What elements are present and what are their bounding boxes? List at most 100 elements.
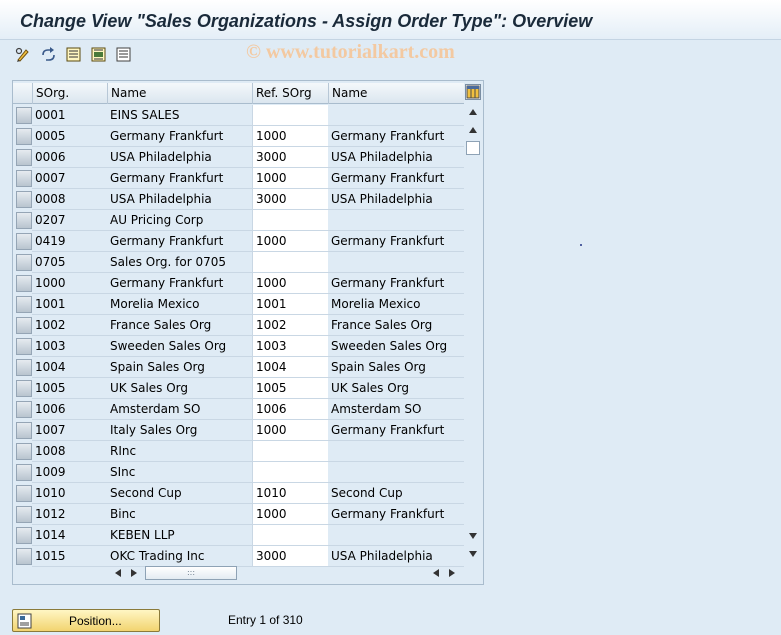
table-row: 1015 OKC Trading Inc 3000 USA Philadelphia: [13, 546, 464, 567]
scroll-page-down-icon[interactable]: [465, 529, 481, 543]
cell-ref-sorg-input[interactable]: 3000: [252, 546, 328, 567]
scroll-down-icon[interactable]: [465, 547, 481, 561]
cell-sorg: 0207: [32, 210, 107, 231]
cell-ref-sorg-input[interactable]: 1010: [252, 483, 328, 504]
row-selector[interactable]: [16, 506, 32, 523]
scroll-far-left-icon[interactable]: [429, 566, 443, 580]
row-selector[interactable]: [16, 317, 32, 334]
position-icon: [17, 613, 33, 629]
horizontal-scroll-thumb[interactable]: :::: [145, 566, 237, 580]
cell-ref-sorg-input[interactable]: 1004: [252, 357, 328, 378]
cell-ref-name: Germany Frankfurt: [328, 420, 464, 441]
row-selector[interactable]: [16, 275, 32, 292]
row-selector[interactable]: [16, 170, 32, 187]
cell-name: France Sales Org: [107, 315, 252, 336]
cell-ref-sorg-input[interactable]: 1005: [252, 378, 328, 399]
cell-ref-sorg-input[interactable]: 1003: [252, 336, 328, 357]
cell-sorg: 1010: [32, 483, 107, 504]
row-selector[interactable]: [16, 191, 32, 208]
cell-ref-name: Germany Frankfurt: [328, 231, 464, 252]
column-header-sorg[interactable]: SOrg.: [32, 83, 107, 104]
scroll-up-icon[interactable]: [465, 105, 481, 119]
cell-ref-sorg-input[interactable]: [252, 462, 328, 483]
row-selector[interactable]: [16, 233, 32, 250]
column-header-ref-name[interactable]: Name: [328, 83, 464, 104]
cell-name: KEBEN LLP: [107, 525, 252, 546]
row-selector[interactable]: [16, 359, 32, 376]
cell-name: Amsterdam SO: [107, 399, 252, 420]
cell-ref-name: Germany Frankfurt: [328, 126, 464, 147]
cell-ref-sorg-input[interactable]: 1000: [252, 168, 328, 189]
vertical-scrollbar[interactable]: [465, 105, 481, 561]
cell-ref-sorg-input[interactable]: 1006: [252, 399, 328, 420]
cell-sorg: 1009: [32, 462, 107, 483]
column-header-ref-sorg[interactable]: Ref. SOrg: [252, 83, 328, 104]
cell-sorg: 1008: [32, 441, 107, 462]
cell-ref-sorg-input[interactable]: [252, 105, 328, 126]
cell-ref-sorg-input[interactable]: [252, 525, 328, 546]
row-selector[interactable]: [16, 422, 32, 439]
row-selector[interactable]: [16, 464, 32, 481]
cell-ref-sorg-input[interactable]: 1000: [252, 504, 328, 525]
cell-sorg: 1005: [32, 378, 107, 399]
row-selector[interactable]: [16, 443, 32, 460]
select-block-icon[interactable]: [89, 45, 108, 64]
row-selector[interactable]: [16, 254, 32, 271]
table-body: 0001 EINS SALES 0005 Germany Frankfurt 1000 G…: [13, 105, 464, 567]
table-row: 1008 RInc: [13, 441, 464, 462]
cell-ref-sorg-input[interactable]: 1000: [252, 126, 328, 147]
cell-ref-name: Sweeden Sales Org: [328, 336, 464, 357]
row-selector[interactable]: [16, 212, 32, 229]
position-button[interactable]: Position...: [12, 609, 160, 632]
cell-ref-sorg-input[interactable]: 1002: [252, 315, 328, 336]
row-selector[interactable]: [16, 548, 32, 565]
vertical-scroll-thumb[interactable]: [466, 141, 480, 155]
cell-ref-sorg-input[interactable]: 1000: [252, 420, 328, 441]
cell-ref-sorg-input[interactable]: 1000: [252, 231, 328, 252]
row-selector[interactable]: [16, 128, 32, 145]
table-row: 1000 Germany Frankfurt 1000 Germany Frankfu…: [13, 273, 464, 294]
row-selector[interactable]: [16, 107, 32, 124]
table-row: 0001 EINS SALES: [13, 105, 464, 126]
cell-ref-sorg-input[interactable]: 1001: [252, 294, 328, 315]
display-change-icon[interactable]: [14, 45, 33, 64]
column-header-name[interactable]: Name: [107, 83, 252, 104]
refresh-icon[interactable]: [39, 45, 58, 64]
horizontal-scrollbar[interactable]: :::: [107, 565, 464, 581]
table-row: 0008 USA Philadelphia 3000 USA Philadelphia: [13, 189, 464, 210]
cell-name: SInc: [107, 462, 252, 483]
cell-ref-sorg-input[interactable]: 3000: [252, 189, 328, 210]
cell-name: Sweeden Sales Org: [107, 336, 252, 357]
scroll-right-icon[interactable]: [127, 566, 141, 580]
row-selector[interactable]: [16, 338, 32, 355]
cell-ref-sorg-input[interactable]: [252, 441, 328, 462]
scroll-far-right-icon[interactable]: [445, 566, 459, 580]
cell-sorg: 1012: [32, 504, 107, 525]
row-selector[interactable]: [16, 527, 32, 544]
cell-ref-sorg-input[interactable]: [252, 210, 328, 231]
cell-sorg: 0008: [32, 189, 107, 210]
table-row: 1001 Morelia Mexico 1001 Morelia Mexico: [13, 294, 464, 315]
row-selector[interactable]: [16, 485, 32, 502]
cell-ref-sorg-input[interactable]: [252, 252, 328, 273]
deselect-all-icon[interactable]: [114, 45, 133, 64]
table-row: 1009 SInc: [13, 462, 464, 483]
cell-ref-sorg-input[interactable]: 1000: [252, 273, 328, 294]
row-selector[interactable]: [16, 149, 32, 166]
cell-ref-name: [328, 105, 464, 126]
cell-ref-name: [328, 462, 464, 483]
cell-sorg: 0005: [32, 126, 107, 147]
table-settings-icon[interactable]: [465, 84, 481, 100]
cell-ref-name: [328, 210, 464, 231]
scroll-left-icon[interactable]: [111, 566, 125, 580]
cell-sorg: 1000: [32, 273, 107, 294]
cell-ref-sorg-input[interactable]: 3000: [252, 147, 328, 168]
row-selector[interactable]: [16, 401, 32, 418]
cell-sorg: 0007: [32, 168, 107, 189]
row-selector[interactable]: [16, 380, 32, 397]
scroll-page-up-icon[interactable]: [465, 123, 481, 137]
select-all-icon[interactable]: [64, 45, 83, 64]
table-row: 0705 Sales Org. for 0705: [13, 252, 464, 273]
table-row: 0419 Germany Frankfurt 1000 Germany Frankfu…: [13, 231, 464, 252]
row-selector[interactable]: [16, 296, 32, 313]
